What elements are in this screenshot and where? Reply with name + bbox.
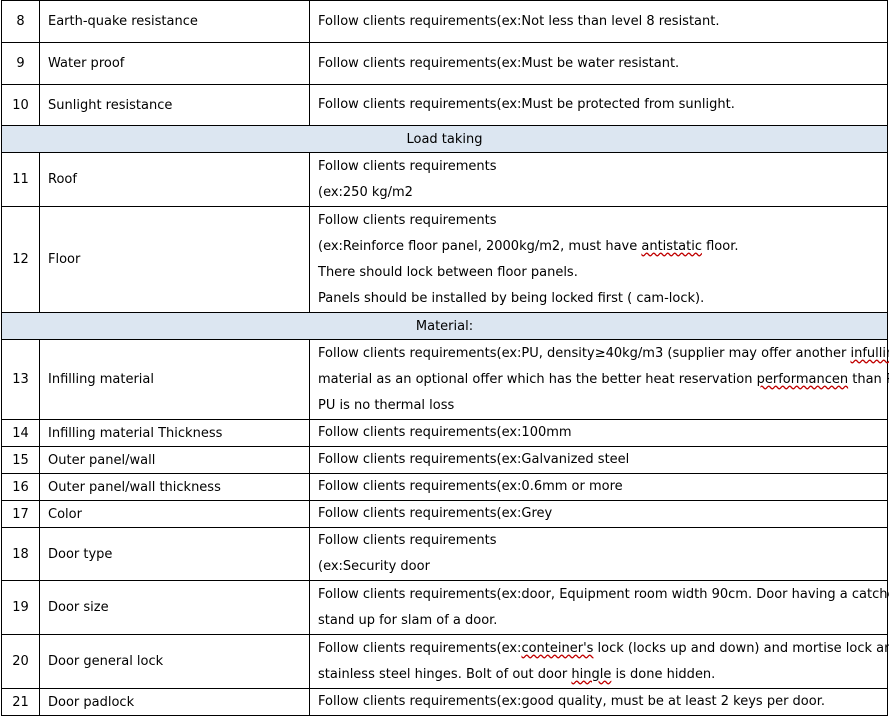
table-row: 15 Outer panel/wall Follow clients requi…	[1, 446, 888, 474]
row-item: Outer panel/wall thickness	[39, 473, 310, 501]
row-item: Roof	[39, 152, 310, 207]
row-number: 20	[1, 634, 40, 689]
requirement-line: Follow clients requirements(ex:PU, densi…	[318, 341, 889, 367]
requirement-line: Follow clients requirements(ex:door, Equ…	[318, 586, 889, 602]
table-row: 14 Infilling material Thickness Follow c…	[1, 419, 888, 447]
section-title-material: Material:	[1, 312, 888, 340]
table-row: 8 Earth-quake resistance Follow clients …	[1, 0, 888, 43]
row-requirement: Follow clients requirements(ex:Must be p…	[309, 84, 888, 126]
row-number: 15	[1, 446, 40, 474]
requirement-line: material as an optional offer which has …	[318, 367, 889, 393]
table-row: 12 Floor Follow clients requirements (ex…	[1, 206, 888, 313]
requirement-line: Follow clients requirements(ex:Must be w…	[318, 55, 680, 71]
row-number: 18	[1, 527, 40, 581]
requirement-line: Follow clients requirements	[318, 158, 497, 174]
row-number: 19	[1, 580, 40, 635]
table-row: 11 Roof Follow clients requirements (ex:…	[1, 152, 888, 207]
requirement-line: Follow clients requirements(ex:Must be p…	[318, 97, 735, 112]
row-item: Door size	[39, 580, 310, 635]
row-number: 17	[1, 500, 40, 528]
text-segment: is done hidden.	[611, 666, 716, 682]
row-number: 13	[1, 339, 40, 420]
row-item: Water proof	[39, 42, 310, 85]
row-item: Door padlock	[39, 688, 310, 716]
section-header-row: Material:	[1, 312, 888, 340]
section-title-load: Load taking	[1, 125, 888, 153]
row-number: 8	[1, 0, 40, 43]
requirement-line: Follow clients requirements(ex:Grey	[318, 506, 553, 521]
row-number: 12	[1, 206, 40, 313]
table-row: 19 Door size Follow clients requirements…	[1, 580, 889, 635]
table-row: 10 Sunlight resistance Follow clients re…	[1, 84, 888, 126]
table-row: 17 Color Follow clients requirements(ex:…	[1, 500, 888, 528]
text-segment: than PU)	[852, 371, 889, 387]
text-segment: floor.	[701, 238, 739, 254]
text-segment: material as an optional offer which has …	[318, 371, 757, 387]
requirement-line: Follow clients requirements	[318, 533, 497, 548]
requirement-line: stand up for slam of a door.	[318, 612, 498, 628]
requirement-line: There should lock between floor panels.	[318, 264, 578, 280]
spec-table: 8 Earth-quake resistance Follow clients …	[1, 0, 889, 716]
spellcheck-marked-word: antistatic	[641, 238, 702, 254]
requirement-line: PU is no thermal loss	[318, 397, 455, 413]
spellcheck-marked-word: performancen	[756, 371, 849, 387]
requirement-line: (ex:Security door	[318, 559, 430, 574]
requirement-line: Follow clients requirements(ex:Galvanize…	[318, 452, 630, 467]
text-segment: stainless steel hinges. Bolt of out door	[318, 666, 572, 682]
row-number: 10	[1, 84, 40, 126]
row-requirement: Follow clients requirements (ex:250 kg/m…	[309, 152, 888, 207]
row-item: Door general lock	[39, 634, 310, 689]
requirement-line: (ex:Reinforce floor panel, 2000kg/m2, mu…	[318, 234, 879, 260]
requirement-line: Follow clients requirements(ex:conteiner…	[318, 636, 889, 662]
row-item: Earth-quake resistance	[39, 0, 310, 43]
requirement-line: Follow clients requirements	[318, 212, 497, 228]
table-row: 18 Door type Follow clients requirements…	[1, 527, 888, 581]
table-row: 20 Door general lock Follow clients requ…	[1, 634, 889, 689]
row-number: 14	[1, 419, 40, 447]
row-item: Infilling material	[39, 339, 310, 420]
row-requirement: Follow clients requirements (ex:Security…	[309, 527, 888, 581]
spellcheck-marked-word: conteiner's	[521, 640, 594, 656]
table-row: 9 Water proof Follow clients requirement…	[1, 42, 888, 85]
row-item: Color	[39, 500, 310, 528]
requirement-line: Follow clients requirements(ex:good qual…	[318, 694, 825, 709]
row-item: Outer panel/wall	[39, 446, 310, 474]
row-number: 9	[1, 42, 40, 85]
row-requirement: Follow clients requirements(ex:100mm	[309, 419, 888, 447]
row-requirement: Follow clients requirements(ex:Galvanize…	[309, 446, 888, 474]
text-segment: lock (locks up and down) and mortise loc…	[593, 640, 889, 656]
requirement-line: Follow clients requirements(ex:100mm	[318, 425, 572, 440]
row-number: 21	[1, 688, 40, 716]
table-row: 21 Door padlock Follow clients requireme…	[1, 688, 888, 716]
row-item: Infilling material Thickness	[39, 419, 310, 447]
row-item: Sunlight resistance	[39, 84, 310, 126]
requirement-line: (ex:250 kg/m2	[318, 184, 413, 200]
row-requirement: Follow clients requirements(ex:conteiner…	[309, 634, 889, 689]
requirement-line: Follow clients requirements(ex:Not less …	[318, 13, 720, 29]
requirement-line: stainless steel hinges. Bolt of out door…	[318, 662, 879, 688]
row-requirement: Follow clients requirements(ex:PU, densi…	[309, 339, 889, 420]
spellcheck-marked-word: infulling	[850, 345, 889, 361]
requirement-line: Follow clients requirements(ex:0.6mm or …	[318, 479, 623, 494]
row-requirement: Follow clients requirements(ex:0.6mm or …	[309, 473, 888, 501]
row-requirement: Follow clients requirements(ex:good qual…	[309, 688, 888, 716]
row-requirement: Follow clients requirements(ex:Not less …	[309, 0, 888, 43]
text-segment: Follow clients requirements(ex:	[318, 640, 522, 656]
row-item: Door type	[39, 527, 310, 581]
text-segment: (ex:Reinforce floor panel, 2000kg/m2, mu…	[318, 238, 642, 254]
row-item: Floor	[39, 206, 310, 313]
row-requirement: Follow clients requirements (ex:Reinforc…	[309, 206, 888, 313]
row-requirement: Follow clients requirements(ex:door, Equ…	[309, 580, 889, 635]
row-requirement: Follow clients requirements(ex:Grey	[309, 500, 888, 528]
row-number: 11	[1, 152, 40, 207]
row-number: 16	[1, 473, 40, 501]
spellcheck-marked-word: hingle	[571, 666, 612, 682]
row-requirement: Follow clients requirements(ex:Must be w…	[309, 42, 888, 85]
requirement-line: Panels should be installed by being lock…	[318, 290, 705, 306]
table-row: 13 Infilling material Follow clients req…	[1, 339, 889, 420]
section-header-row: Load taking	[1, 125, 888, 153]
text-segment: Follow clients requirements(ex:PU, densi…	[318, 345, 851, 361]
table-row: 16 Outer panel/wall thickness Follow cli…	[1, 473, 888, 501]
